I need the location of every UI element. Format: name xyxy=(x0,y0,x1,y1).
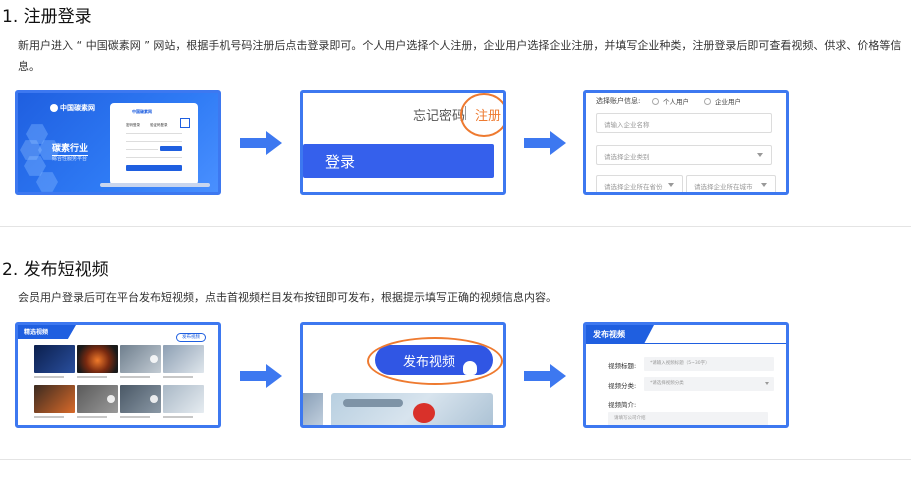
mini-publish-label: 发布视频 xyxy=(182,335,200,340)
video-thumbnail xyxy=(163,345,204,373)
featured-tab-label: 精选视频 xyxy=(24,329,49,336)
hero-subline: 综合性服务平台 xyxy=(52,156,88,162)
company-type-select[interactable]: 请选择企业类别 xyxy=(596,145,772,165)
video-intro-label: 视频简介: xyxy=(608,401,637,409)
radio-personal-label: 个人用户 xyxy=(663,98,689,106)
tab-password-login: 密码登录 xyxy=(126,123,140,127)
step-description: 会员用户登录后可在平台发布短视频，点击首视频栏目发布按钮即可发布，根据提示填写正… xyxy=(18,291,557,304)
background-photo-detail xyxy=(343,399,403,407)
site-logo: 中国碳素网 xyxy=(50,103,95,113)
step-title: 2. 发布短视频 xyxy=(2,260,109,280)
video-thumbnail xyxy=(34,385,75,413)
screenshot-publish-form: 发布视频 视频标题: *请输入视频标题（5~30字） 视频分类: *请选择视频分… xyxy=(583,322,789,428)
mini-login-button xyxy=(126,165,182,171)
chevron-down-icon xyxy=(668,183,674,187)
tab-code-login: 验证码登录 xyxy=(150,123,168,127)
step-title: 1. 注册登录 xyxy=(2,7,92,27)
section-divider xyxy=(0,459,911,460)
screenshot-homepage-login: 中国碳素网 碳素行业 综合性服务平台 中国碳素网 密码登录 验证码登录 xyxy=(15,90,221,195)
account-type-label: 选择账户信息: xyxy=(596,97,641,105)
arrow-right-icon xyxy=(524,364,566,388)
forgot-password-link[interactable]: 忘记密码 xyxy=(413,105,465,124)
arrow-right-icon xyxy=(240,364,282,388)
chevron-down-icon xyxy=(761,183,767,187)
form-logo: 中国碳素网 xyxy=(132,109,152,114)
background-photo xyxy=(303,393,323,425)
laptop-mockup: 中国碳素网 密码登录 验证码登录 xyxy=(110,103,198,185)
screenshot-login-register: 忘记密码 注册 登录 xyxy=(300,90,506,195)
province-select[interactable]: 请选择企业所在省份 xyxy=(596,175,683,192)
radio-enterprise-label: 企业用户 xyxy=(715,98,741,106)
radio-enterprise[interactable] xyxy=(704,98,711,105)
company-name-input[interactable]: 请输入企业名称 xyxy=(596,113,772,133)
arrow-right-icon xyxy=(240,131,282,155)
video-thumbnail xyxy=(77,345,118,373)
video-category-label: 视频分类: xyxy=(608,382,637,390)
highlight-circle xyxy=(460,93,503,137)
highlight-circle xyxy=(367,337,503,385)
video-category-select[interactable]: *请选择视频分类 xyxy=(644,377,774,391)
login-button-label: 登录 xyxy=(325,153,356,171)
header-underline xyxy=(586,343,786,344)
city-select[interactable]: 请选择企业所在城市 xyxy=(686,175,776,192)
video-thumbnail xyxy=(34,345,75,373)
hero-headline: 碳素行业 xyxy=(52,141,89,156)
chevron-down-icon xyxy=(757,153,763,157)
step-description: 新用户进入 “ 中国碳素网 ” 网站，根据手机号码注册后点击登录即可。个人用户选… xyxy=(18,39,902,73)
screenshot-enterprise-form: 选择账户信息: 个人用户 企业用户 请输入企业名称 请选择企业类别 请选择企业所… xyxy=(583,90,789,195)
background-photo-detail xyxy=(413,403,435,423)
video-thumbnail xyxy=(163,385,204,413)
qr-code-icon xyxy=(180,118,190,128)
radio-personal[interactable] xyxy=(652,98,659,105)
arrow-right-icon xyxy=(524,131,566,155)
form-header-label: 发布视频 xyxy=(593,330,625,339)
video-title-input[interactable]: *请输入视频标题（5~30字） xyxy=(644,357,774,371)
screenshot-video-grid: 精选视频 发布视频 xyxy=(15,322,221,428)
section-divider xyxy=(0,226,911,227)
get-code-button xyxy=(160,146,182,151)
video-title-label: 视频标题: xyxy=(608,362,637,370)
chevron-down-icon xyxy=(765,382,769,385)
laptop-base xyxy=(100,183,210,187)
screenshot-publish-button: 发布视频 xyxy=(300,322,506,428)
video-intro-textarea[interactable]: 请填写公司介绍 xyxy=(608,412,768,425)
